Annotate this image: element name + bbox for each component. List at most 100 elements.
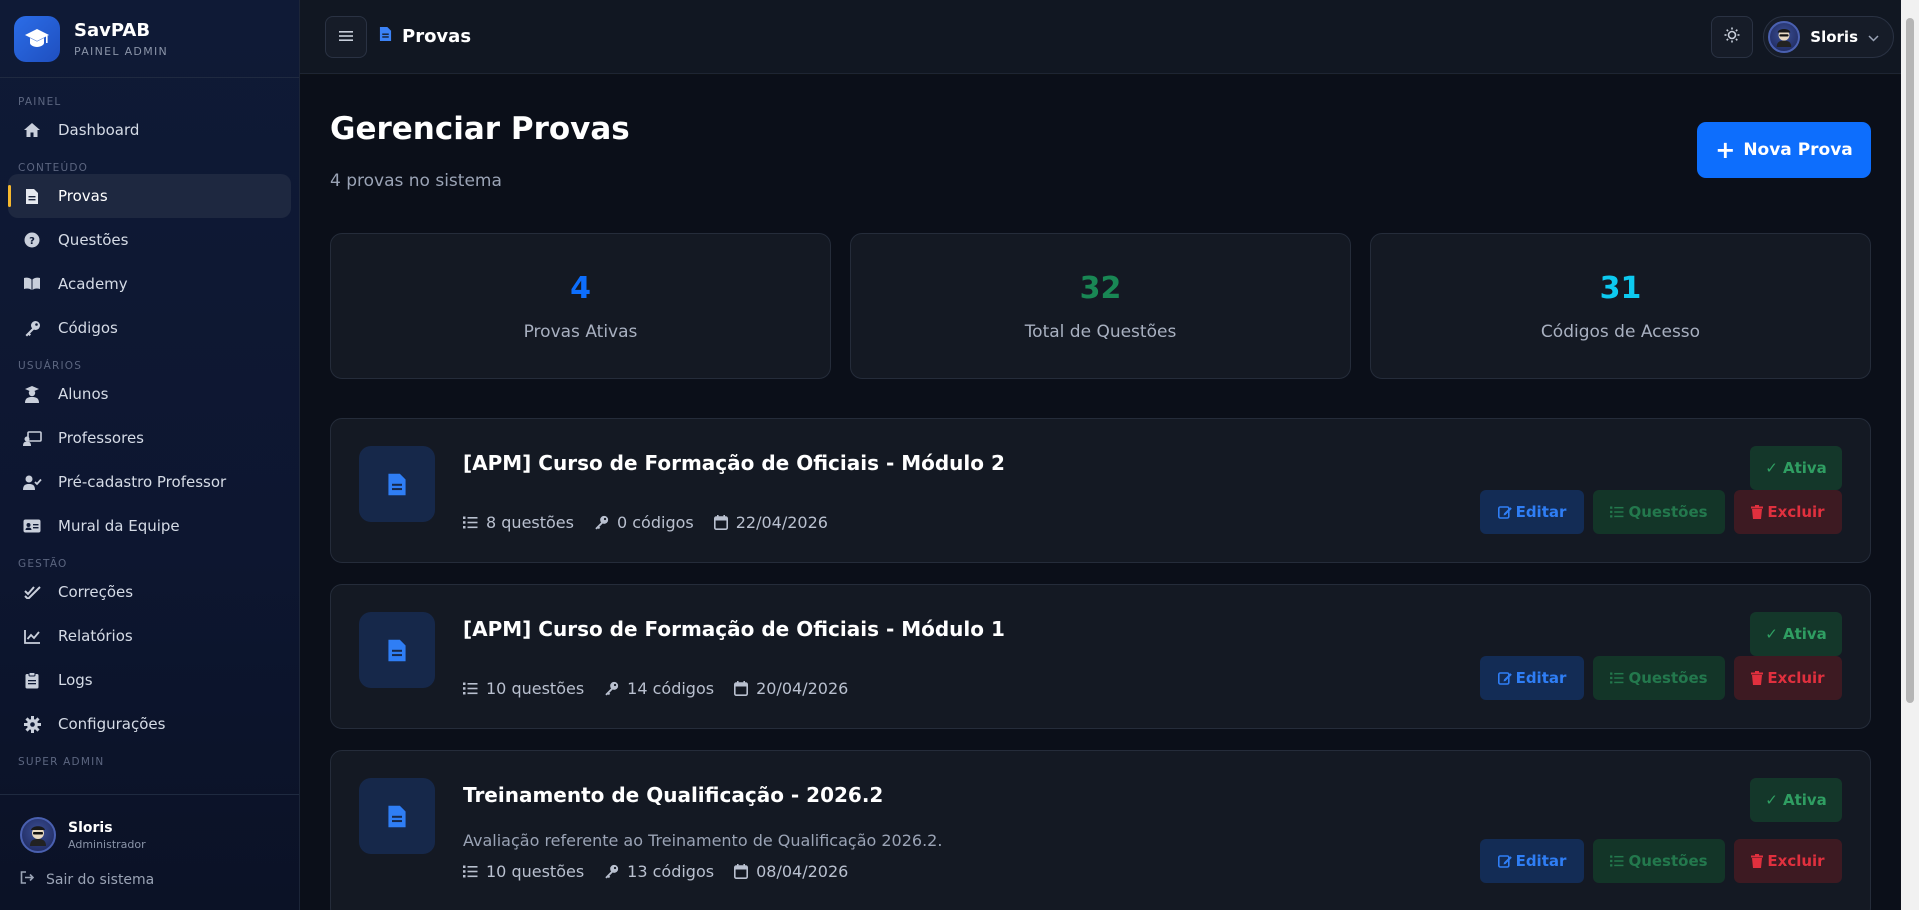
delete-button[interactable]: Excluir xyxy=(1734,839,1842,883)
chalkboard-teacher-icon xyxy=(22,428,42,448)
user-menu-button[interactable]: Sloris xyxy=(1763,15,1894,58)
exam-question-count: 10 questões xyxy=(486,862,585,881)
sidebar-user[interactable]: Sloris Administrador xyxy=(0,795,299,853)
gear-icon xyxy=(22,714,42,734)
questions-button[interactable]: Questões xyxy=(1593,656,1725,700)
list-icon xyxy=(463,682,478,695)
graduation-cap-icon xyxy=(14,15,60,62)
exam-meta: 10 questões 14 códigos 20/04/2026 xyxy=(463,679,868,698)
sidebar-item-professores[interactable]: Professores xyxy=(8,416,291,460)
list-icon xyxy=(463,516,478,529)
home-icon xyxy=(22,120,42,140)
edit-icon xyxy=(1497,854,1512,868)
section-super-admin: SUPER ADMIN xyxy=(18,756,105,768)
user-check-icon xyxy=(22,472,42,492)
sign-out-icon xyxy=(20,871,35,888)
sidebar-item-academy[interactable]: Academy xyxy=(8,262,291,306)
file-icon xyxy=(22,186,42,206)
exam-title: [APM] Curso de Formação de Oficiais - Mó… xyxy=(463,617,1005,641)
check-double-icon xyxy=(22,582,42,602)
questions-label: Questões xyxy=(1628,669,1708,687)
sidebar-item-pre-cadastro[interactable]: Pré-cadastro Professor xyxy=(8,460,291,504)
chevron-down-icon xyxy=(1868,27,1879,46)
questions-button[interactable]: Questões xyxy=(1593,490,1725,534)
question-circle-icon: ? xyxy=(22,230,42,250)
sidebar-item-label: Alunos xyxy=(58,385,109,403)
sidebar-item-codigos[interactable]: Códigos xyxy=(8,306,291,350)
stat-value: 31 xyxy=(1599,270,1642,306)
sidebar-item-label: Correções xyxy=(58,583,134,601)
delete-button[interactable]: Excluir xyxy=(1734,656,1842,700)
sidebar-item-label: Pré-cadastro Professor xyxy=(58,473,227,491)
sidebar-item-correcoes[interactable]: Correções xyxy=(8,570,291,614)
user-menu-name: Sloris xyxy=(1810,27,1858,46)
delete-label: Excluir xyxy=(1767,852,1825,870)
sidebar-user-name: Sloris xyxy=(68,819,113,836)
svg-text:?: ? xyxy=(29,236,35,247)
edit-icon xyxy=(1497,505,1512,519)
delete-label: Excluir xyxy=(1767,503,1825,521)
chart-line-icon xyxy=(22,626,42,646)
avatar xyxy=(1768,20,1801,53)
logout-label: Sair do sistema xyxy=(46,871,155,888)
exam-date: 08/04/2026 xyxy=(756,862,849,881)
new-exam-label: Nova Prova xyxy=(1743,140,1853,160)
file-icon xyxy=(359,612,435,688)
list-icon xyxy=(1610,506,1624,518)
scrollbar-thumb[interactable] xyxy=(1906,18,1914,703)
menu-toggle-button[interactable] xyxy=(325,15,367,58)
delete-label: Excluir xyxy=(1767,669,1825,687)
id-card-icon xyxy=(22,516,42,536)
sidebar-item-label: Logs xyxy=(58,671,93,689)
sidebar-item-alunos[interactable]: Alunos xyxy=(8,372,291,416)
trash-icon xyxy=(1751,854,1764,868)
page-title: Gerenciar Provas xyxy=(330,111,630,147)
page-subtitle: 4 provas no sistema xyxy=(330,171,502,191)
page-scrollbar[interactable] xyxy=(1901,0,1919,910)
edit-button[interactable]: Editar xyxy=(1480,656,1584,700)
edit-icon xyxy=(1497,671,1512,685)
exam-date: 22/04/2026 xyxy=(735,513,828,532)
status-badge: ✓ Ativa xyxy=(1750,778,1842,822)
breadcrumb-label: Provas xyxy=(402,26,472,47)
hamburger-icon xyxy=(339,27,353,46)
edit-button[interactable]: Editar xyxy=(1480,490,1584,534)
calendar-icon xyxy=(713,515,728,530)
sidebar-item-provas[interactable]: Provas xyxy=(8,174,291,218)
avatar xyxy=(20,817,56,853)
new-exam-button[interactable]: + Nova Prova xyxy=(1697,122,1871,178)
stat-label: Provas Ativas xyxy=(523,321,638,342)
logout-link[interactable]: Sair do sistema xyxy=(0,871,299,888)
sidebar-item-label: Professores xyxy=(58,429,144,447)
exam-date: 20/04/2026 xyxy=(756,679,849,698)
sidebar-item-logs[interactable]: Logs xyxy=(8,658,291,702)
sidebar-item-label: Academy xyxy=(58,275,128,293)
delete-button[interactable]: Excluir xyxy=(1734,490,1842,534)
sidebar-item-dashboard[interactable]: Dashboard xyxy=(8,108,291,152)
exam-meta: 10 questões 13 códigos 08/04/2026 xyxy=(463,862,868,881)
sidebar-item-configuracoes[interactable]: Configurações xyxy=(8,702,291,746)
edit-label: Editar xyxy=(1515,852,1567,870)
sidebar-item-label: Provas xyxy=(58,187,108,205)
edit-button[interactable]: Editar xyxy=(1480,839,1584,883)
key-icon xyxy=(604,864,619,879)
sidebar-item-questoes[interactable]: ? Questões xyxy=(8,218,291,262)
sidebar-item-label: Códigos xyxy=(58,319,118,337)
list-icon xyxy=(463,865,478,878)
sidebar: SavPAB PAINEL ADMIN PAINEL Dashboard CON… xyxy=(0,0,300,910)
brand[interactable]: SavPAB PAINEL ADMIN xyxy=(0,0,299,78)
theme-toggle-button[interactable] xyxy=(1711,15,1754,58)
sidebar-item-relatorios[interactable]: Relatórios xyxy=(8,614,291,658)
stat-label: Códigos de Acesso xyxy=(1540,321,1701,342)
edit-label: Editar xyxy=(1515,503,1567,521)
main-content: Gerenciar Provas 4 provas no sistema + N… xyxy=(300,75,1901,910)
status-badge: ✓ Ativa xyxy=(1750,612,1842,656)
trash-icon xyxy=(1751,671,1764,685)
questions-button[interactable]: Questões xyxy=(1593,839,1725,883)
calendar-icon xyxy=(734,864,749,879)
sidebar-item-label: Configurações xyxy=(58,715,166,733)
stat-value: 4 xyxy=(570,270,591,306)
sidebar-item-mural[interactable]: Mural da Equipe xyxy=(8,504,291,548)
sidebar-item-label: Dashboard xyxy=(58,121,140,139)
stat-card-access-codes: 31 Códigos de Acesso xyxy=(1370,233,1871,379)
